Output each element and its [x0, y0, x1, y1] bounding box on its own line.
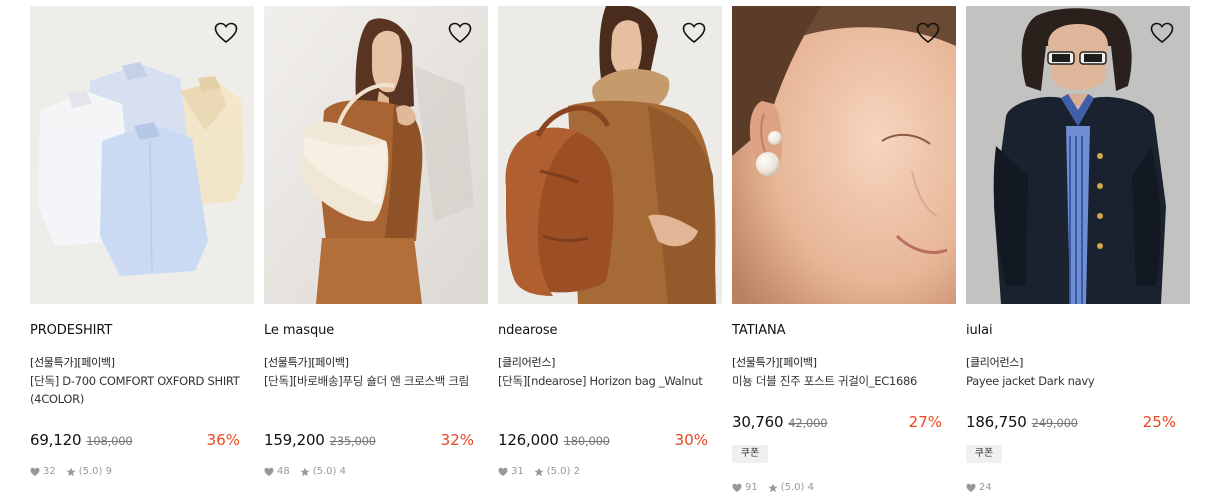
product-stats: 91 (5.0) 4 [732, 482, 814, 493]
product-card[interactable]: PRODESHIRT [선물특가][페이백] [단독] D-700 COMFOR… [30, 6, 254, 499]
discount-rate: 30% [674, 431, 708, 449]
wishlist-heart-icon[interactable] [214, 22, 238, 44]
product-thumbnail[interactable] [498, 6, 722, 304]
product-thumbnail[interactable] [30, 6, 254, 304]
wishlist-heart-icon[interactable] [916, 22, 940, 44]
rating-text: (5.0) 4 [780, 482, 814, 493]
star-icon [768, 483, 778, 493]
promo-badge: [선물특가][페이백] [30, 356, 115, 369]
price-row: 126,000 180,000 30% [498, 427, 710, 449]
original-price: 180,000 [563, 434, 610, 448]
product-title[interactable]: 미뇽 더블 진주 포스트 귀걸이_EC1686 [732, 372, 946, 390]
original-price: 108,000 [86, 434, 133, 448]
promo-badge: [선물특가][페이백] [732, 356, 817, 369]
sale-price: 186,750 249,000 [966, 413, 1078, 431]
product-title[interactable]: [단독][바로배송]푸딩 숄더 앤 크로스백 크림 [264, 372, 478, 390]
heart-filled-icon [732, 483, 742, 493]
coupon-badge[interactable]: 쿠폰 [966, 445, 1002, 463]
product-stats: 48 (5.0) 4 [264, 466, 346, 477]
product-card[interactable]: Le masque [선물특가][페이백] [단독][바로배송]푸딩 숄더 앤 … [264, 6, 488, 499]
product-title[interactable]: [단독] D-700 COMFORT OXFORD SHIRT (4COLOR) [30, 372, 244, 408]
like-count: 31 [511, 466, 524, 477]
product-card[interactable]: TATIANA [선물특가][페이백] 미뇽 더블 진주 포스트 귀걸이_EC1… [732, 6, 956, 499]
discount-rate: 27% [908, 413, 942, 431]
brand-name[interactable]: Le masque [264, 323, 334, 338]
wishlist-heart-icon[interactable] [1150, 22, 1174, 44]
promo-badge: [클리어런스] [966, 356, 1024, 369]
promo-badge: [클리어런스] [498, 356, 556, 369]
discount-rate: 25% [1142, 413, 1176, 431]
like-count: 24 [979, 482, 992, 493]
rating-text: (5.0) 2 [546, 466, 580, 477]
like-count: 32 [43, 466, 56, 477]
sale-price: 69,120 108,000 [30, 431, 133, 449]
product-thumbnail[interactable] [966, 6, 1190, 304]
product-grid: PRODESHIRT [선물특가][페이백] [단독] D-700 COMFOR… [30, 6, 1192, 499]
wishlist-heart-icon[interactable] [448, 22, 472, 44]
heart-filled-icon [264, 467, 274, 477]
sale-price: 30,760 42,000 [732, 413, 828, 431]
wishlist-heart-icon[interactable] [682, 22, 706, 44]
price-row: 30,760 42,000 27% [732, 409, 944, 431]
heart-filled-icon [30, 467, 40, 477]
product-stats: 31 (5.0) 2 [498, 466, 580, 477]
star-icon [300, 467, 310, 477]
pearl-earring-photo [732, 6, 956, 304]
brand-name[interactable]: iulai [966, 323, 993, 338]
sale-price: 159,200 235,000 [264, 431, 376, 449]
rating-text: (5.0) 9 [78, 466, 112, 477]
product-title[interactable]: Payee jacket Dark navy [966, 372, 1180, 390]
heart-filled-icon [498, 467, 508, 477]
product-card[interactable]: iulai [클리어런스] Payee jacket Dark navy 186… [966, 6, 1190, 499]
price-row: 69,120 108,000 36% [30, 427, 242, 449]
product-thumbnail[interactable] [732, 6, 956, 304]
product-stats: 32 (5.0) 9 [30, 466, 112, 477]
product-card[interactable]: ndearose [클리어런스] [단독][ndearose] Horizon … [498, 6, 722, 499]
sale-price: 126,000 180,000 [498, 431, 610, 449]
like-count: 48 [277, 466, 290, 477]
product-stats: 24 [966, 482, 992, 493]
promo-badge: [선물특가][페이백] [264, 356, 349, 369]
price-row: 186,750 249,000 25% [966, 409, 1178, 431]
coupon-badge[interactable]: 쿠폰 [732, 445, 768, 463]
shirts-photo [30, 6, 254, 304]
product-title[interactable]: [단독][ndearose] Horizon bag _Walnut [498, 372, 712, 390]
rating-text: (5.0) 4 [312, 466, 346, 477]
product-thumbnail[interactable] [264, 6, 488, 304]
brand-name[interactable]: PRODESHIRT [30, 323, 112, 338]
heart-filled-icon [966, 483, 976, 493]
discount-rate: 36% [206, 431, 240, 449]
original-price: 249,000 [1031, 416, 1078, 430]
price-row: 159,200 235,000 32% [264, 427, 476, 449]
like-count: 91 [745, 482, 758, 493]
original-price: 42,000 [788, 416, 828, 430]
shoulder-bag-photo [264, 6, 488, 304]
original-price: 235,000 [329, 434, 376, 448]
leather-bag-photo [498, 6, 722, 304]
star-icon [66, 467, 76, 477]
navy-jacket-photo [966, 6, 1190, 304]
brand-name[interactable]: ndearose [498, 323, 558, 338]
brand-name[interactable]: TATIANA [732, 323, 786, 338]
star-icon [534, 467, 544, 477]
discount-rate: 32% [440, 431, 474, 449]
